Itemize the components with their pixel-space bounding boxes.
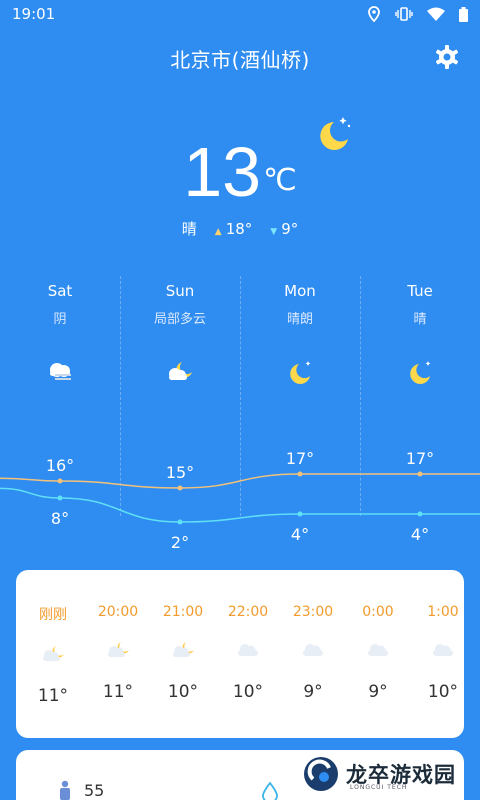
high-temp-point (57, 478, 63, 484)
hourly-item[interactable]: 21:00 10° (150, 570, 216, 702)
low-temp-label: 8° (51, 509, 69, 528)
temp-unit: ℃ (263, 164, 297, 197)
watermark-logo-mark (304, 757, 338, 791)
high-temp-point (177, 485, 183, 491)
partly-cloudy-night-icon (43, 646, 64, 661)
high-temp-point (297, 471, 303, 477)
location-icon (368, 6, 380, 22)
water-drop-icon (262, 782, 278, 800)
hourly-temp: 9° (303, 682, 323, 702)
current-condition: 晴 (181, 220, 197, 238)
battery-icon (459, 6, 468, 22)
hourly-time: 23:00 (292, 604, 334, 620)
today-low: ▼ 9° (270, 220, 298, 238)
partly-cloudy-night-icon (173, 642, 194, 657)
cloud-icon (303, 644, 323, 656)
settings-gear-icon[interactable] (434, 44, 460, 70)
high-temp-curve (0, 473, 480, 489)
hourly-temp: 10° (167, 682, 199, 702)
high-temp-label: 15° (166, 463, 194, 482)
low-temp-label: 4° (411, 525, 429, 544)
hourly-time: 刚刚 (39, 607, 67, 623)
low-temp-label: 4° (291, 525, 309, 544)
detail-item: 55 (58, 780, 104, 800)
hourly-item[interactable]: 刚刚 11° (20, 570, 86, 706)
today-high-value: 18° (225, 219, 253, 238)
hourly-item[interactable]: 22:00 10° (215, 570, 281, 702)
cloud-icon (433, 644, 453, 656)
wifi-icon (427, 7, 445, 21)
hourly-forecast-card[interactable]: 刚刚 11° 20:00 11° 21:00 10° 22:00 10° 23:00 9° 0:00… (16, 570, 464, 738)
vibrate-icon (395, 7, 413, 21)
partly-cloudy-night-icon (108, 642, 129, 657)
low-temp-point (57, 495, 63, 501)
hourly-temp: 10° (427, 682, 459, 702)
hourly-time: 0:00 (362, 604, 394, 620)
low-temp-label: 2° (171, 533, 189, 552)
current-temp-value: 13 (183, 133, 262, 211)
hourly-item[interactable]: 0:00 9° (345, 570, 411, 702)
hourly-time: 21:00 (162, 604, 204, 620)
hourly-temp: 11° (102, 682, 134, 702)
city-title[interactable]: 北京市(酒仙桥) (0, 44, 480, 73)
hourly-item[interactable]: 20:00 11° (85, 570, 151, 702)
hourly-temp: 11° (37, 686, 69, 706)
watermark-logo: 龙卒游戏园 LONGCUI TECH (302, 752, 472, 796)
down-arrow-icon: ▼ (270, 226, 278, 237)
hourly-time: 20:00 (97, 604, 139, 620)
hourly-temp: 10° (232, 682, 264, 702)
today-high: ▲ 18° (215, 220, 253, 238)
hourly-time: 1:00 (427, 604, 459, 620)
low-temp-point (297, 511, 303, 517)
up-arrow-icon: ▲ (214, 226, 222, 237)
current-temperature: 13℃ (0, 132, 480, 221)
detail-value: 55 (84, 780, 105, 800)
cloud-icon (238, 644, 258, 656)
status-time: 19:01 (12, 5, 56, 23)
low-temp-curve (0, 487, 480, 523)
person-icon (60, 780, 70, 800)
hourly-time: 22:00 (227, 604, 269, 620)
high-temp-label: 17° (406, 449, 434, 468)
hourly-item[interactable]: 1:00 10° (410, 570, 464, 702)
temperature-curves: 16° 15° 17° 17° 8° 2° 4° 4° (0, 449, 480, 552)
high-temp-label: 17° (286, 449, 314, 468)
high-temp-point (417, 471, 423, 477)
low-temp-point (177, 519, 183, 525)
hourly-item[interactable]: 23:00 9° (280, 570, 346, 702)
cloud-icon (368, 644, 388, 656)
status-icons (367, 6, 468, 22)
low-temp-point (417, 511, 423, 517)
high-temp-label: 16° (46, 456, 74, 475)
watermark-subtext: LONGCUI TECH (350, 784, 408, 791)
today-low-value: 9° (281, 219, 299, 238)
status-bar: 19:01 (0, 0, 480, 28)
today-summary: 晴 ▲ 18° ▼ 9° (0, 218, 480, 239)
hourly-temp: 9° (368, 682, 388, 702)
